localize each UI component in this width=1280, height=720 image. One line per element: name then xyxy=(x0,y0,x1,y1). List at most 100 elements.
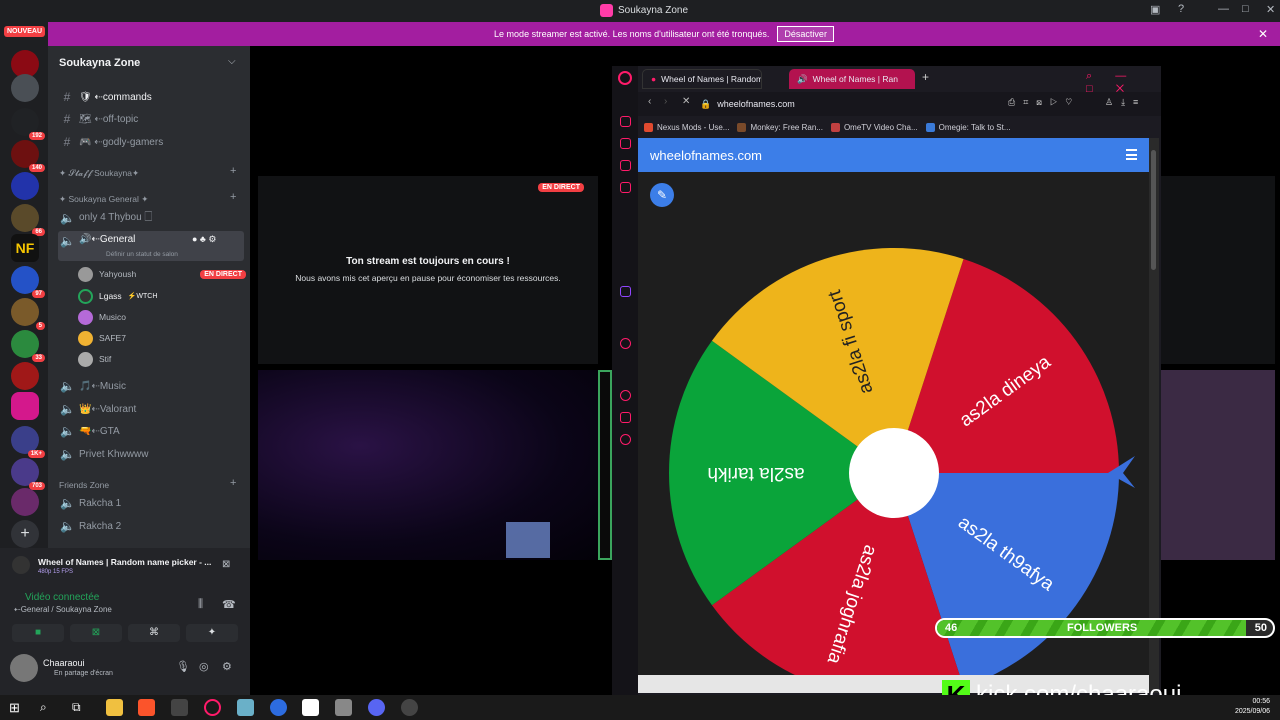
sidebar-icon[interactable] xyxy=(620,138,631,149)
maximize-button[interactable]: □ xyxy=(1242,3,1249,15)
channel-commands[interactable]: # 🛡 ⇠commands xyxy=(58,87,244,107)
opera-gx-icon[interactable] xyxy=(204,699,221,716)
bookmark-item[interactable]: Monkey: Free Ran... xyxy=(737,122,823,132)
guild-name[interactable]: Soukayna Zone xyxy=(59,57,140,69)
help-icon[interactable]: ? xyxy=(1178,3,1184,15)
server-icon[interactable]: 140 xyxy=(11,140,45,172)
voice-user[interactable]: SAFE7 xyxy=(78,328,246,348)
extensions-icon[interactable] xyxy=(620,412,631,423)
back-icon[interactable]: ‹ xyxy=(648,96,651,107)
server-icon[interactable]: 97 xyxy=(11,266,45,298)
sidebar-icon[interactable] xyxy=(620,116,631,127)
stop-loading-icon[interactable]: ✕ xyxy=(682,96,690,107)
add-channel-icon[interactable]: + xyxy=(230,191,236,203)
disconnect-icon[interactable]: ☎ xyxy=(222,598,236,611)
voice-channel-thybou[interactable]: 🔈 only 4 Thybou 🗌 xyxy=(58,208,244,228)
settings-gear-icon[interactable] xyxy=(620,434,631,445)
stop-stream-icon[interactable]: ⊠ xyxy=(222,559,230,570)
stream-tile[interactable] xyxy=(1161,370,1275,560)
app-icon[interactable] xyxy=(335,699,352,716)
vertical-scrollbar[interactable] xyxy=(1149,138,1159,693)
notion-icon[interactable] xyxy=(302,699,319,716)
new-tab-button[interactable]: + xyxy=(922,70,929,84)
voice-channel-rakcha-2[interactable]: 🔈 Rakcha 2 xyxy=(58,516,244,536)
task-view-icon[interactable]: ⧉ xyxy=(72,699,89,716)
server-icon[interactable]: 33 xyxy=(11,330,45,362)
channel-godly-gamers[interactable]: # 🎮 ⇠godly-gamers xyxy=(58,132,244,152)
activity-title[interactable]: Wheel of Names | Random name picker - ..… xyxy=(38,557,211,567)
noise-icon[interactable]: ⫼ xyxy=(198,598,203,611)
player-icon[interactable] xyxy=(620,338,631,349)
voice-channel-music[interactable]: 🔈 🎵⇠Music xyxy=(58,376,244,396)
stream-tile-paused[interactable]: EN DIRECT Ton stream est toujours en cou… xyxy=(258,176,598,364)
toolbar-actions[interactable]: ♙⤓≡ xyxy=(1105,97,1146,108)
disable-streamer-button[interactable]: Désactiver xyxy=(777,26,834,42)
add-channel-icon[interactable]: + xyxy=(230,477,236,489)
channel-off-topic[interactable]: # 🗺 ⇠off-topic xyxy=(58,109,244,129)
voice-channel-privet[interactable]: 🔈 Privet Khwwww xyxy=(58,444,244,464)
close-button[interactable]: ✕ xyxy=(1266,3,1275,16)
settings-gear-icon[interactable]: ⚙ xyxy=(222,660,232,673)
soundboard-button[interactable]: ✦ xyxy=(186,624,238,642)
voice-location[interactable]: ⇠General / Soukayna Zone xyxy=(14,605,112,614)
server-icon[interactable]: 703 xyxy=(11,458,45,490)
connection-status[interactable]: Vidéo connectée xyxy=(25,592,99,603)
sidebar-icon[interactable] xyxy=(620,160,631,171)
voice-channel-valorant[interactable]: 🔈 👑⇠Valorant xyxy=(58,399,244,419)
windows-start-icon[interactable]: ⊞ xyxy=(9,699,26,716)
server-icon[interactable]: 1K+ xyxy=(11,426,45,458)
opera-logo-icon[interactable] xyxy=(618,71,632,85)
minimize-button[interactable]: — xyxy=(1218,3,1229,15)
voice-user[interactable]: Stif xyxy=(78,349,246,369)
bookmark-item[interactable]: Nexus Mods - Use... xyxy=(644,122,729,132)
user-name[interactable]: Chaaraoui xyxy=(43,658,85,668)
voice-user[interactable]: Lgass ⚡WTCH xyxy=(78,286,246,306)
twitch-icon[interactable] xyxy=(620,286,631,297)
voice-user[interactable]: Musico xyxy=(78,307,246,327)
bookmark-item[interactable]: Omegie: Talk to St... xyxy=(925,122,1011,132)
headphones-icon[interactable]: ◎ xyxy=(199,660,209,673)
server-icon-active[interactable] xyxy=(11,392,39,420)
address-actions[interactable]: ⎙⌗⊠▷♡ xyxy=(1008,97,1080,108)
clock[interactable]: 00:56 2025/09/06 xyxy=(1235,697,1270,717)
scrollbar-thumb[interactable] xyxy=(1151,150,1156,270)
tab-wheel-of-names-2[interactable]: 🔊 Wheel of Names | Ran xyxy=(789,69,915,89)
history-icon[interactable] xyxy=(620,390,631,401)
channel-actions-icon[interactable]: ● ♣ ⚙ xyxy=(192,234,216,245)
category-friends[interactable]: Friends Zone xyxy=(59,480,109,490)
server-icon[interactable]: 66 xyxy=(11,204,45,236)
sidebar-icon[interactable] xyxy=(620,182,631,193)
add-server-icon[interactable]: + xyxy=(11,520,39,548)
search-icon[interactable]: ⌕ xyxy=(40,699,57,716)
voice-status[interactable]: Définir un statut de salon xyxy=(106,251,178,258)
category-general[interactable]: ✦ Soukayna General ✦ xyxy=(59,194,148,205)
wheel[interactable]: as2la dineyaas2la th9afyaas2la joghrafia… xyxy=(638,138,1149,693)
server-icon[interactable]: 5 xyxy=(11,298,45,330)
server-icon[interactable] xyxy=(11,74,39,102)
server-icon[interactable]: 192 xyxy=(11,108,45,140)
screen-share-button[interactable]: ⊠ xyxy=(70,624,122,642)
brave-icon[interactable] xyxy=(138,699,155,716)
close-icon[interactable]: ✕ xyxy=(1258,27,1268,41)
server-icon[interactable] xyxy=(11,362,39,390)
voice-user[interactable]: Yahyoush EN DIRECT xyxy=(78,264,246,284)
chevron-down-icon[interactable]: ⌵ xyxy=(228,56,236,67)
url-field[interactable]: 🔒 wheelofnames.com xyxy=(700,95,1060,113)
wheel-center[interactable] xyxy=(849,428,939,518)
inbox-icon[interactable]: ▣ xyxy=(1150,3,1160,16)
app-icon[interactable] xyxy=(270,699,287,716)
stream-tile[interactable] xyxy=(1161,176,1275,364)
store-icon[interactable] xyxy=(171,699,188,716)
voice-channel-rakcha-1[interactable]: 🔈 Rakcha 1 xyxy=(58,493,244,513)
file-explorer-icon[interactable] xyxy=(106,699,123,716)
voice-channel-gta[interactable]: 🔈 🔫⇠GTA xyxy=(58,421,244,441)
server-icon[interactable] xyxy=(11,172,39,200)
server-icon-nf[interactable]: NF xyxy=(11,234,39,262)
webcam-tile[interactable] xyxy=(258,370,598,560)
activity-button[interactable]: ⌘ xyxy=(128,624,180,642)
server-icon[interactable] xyxy=(11,488,39,516)
app-icon[interactable] xyxy=(237,699,254,716)
forward-icon[interactable]: › xyxy=(664,96,667,107)
microphone-icon[interactable]: 🎙 xyxy=(176,660,190,673)
avatar[interactable] xyxy=(10,654,38,682)
